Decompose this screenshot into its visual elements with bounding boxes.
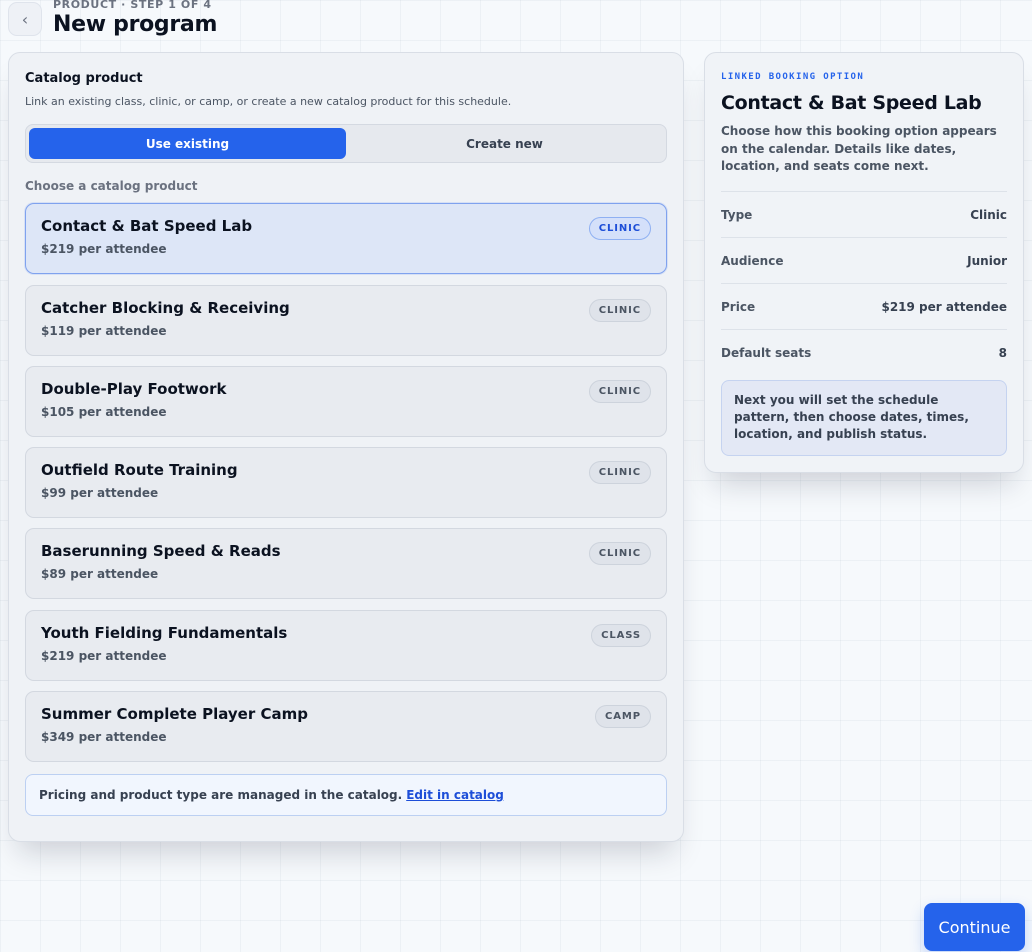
product-type-badge: CLINIC (588, 299, 651, 322)
detail-row-price: Price $219 per attendee (721, 283, 1007, 329)
detail-value: $219 per attendee (881, 299, 1007, 314)
product-price: $349 per attendee (41, 730, 167, 744)
product-type-badge: CLASS (591, 624, 651, 647)
product-name: Youth Fielding Fundamentals (41, 624, 288, 642)
product-type-badge: CLINIC (588, 380, 651, 403)
product-name: Contact & Bat Speed Lab (41, 217, 253, 235)
product-price: $219 per attendee (41, 242, 167, 256)
next-steps-note: Next you will set the schedule pattern, … (721, 380, 1007, 456)
product-name: Baserunning Speed & Reads (41, 542, 281, 560)
catalog-product-panel: Catalog product Link an existing class, … (8, 52, 684, 842)
panel-title: Catalog product (25, 71, 143, 86)
product-price: $99 per attendee (41, 486, 159, 500)
product-price: $219 per attendee (41, 649, 167, 663)
detail-label: Default seats (721, 345, 812, 360)
header-text: PRODUCT · STEP 1 OF 4 New program (53, 0, 217, 39)
page-title: New program (53, 12, 218, 37)
panel-kicker: LINKED BOOKING OPTION (721, 72, 865, 82)
tab-create-new[interactable]: Create new (346, 128, 663, 159)
detail-row-type: Type Clinic (721, 191, 1007, 237)
detail-value: Clinic (970, 207, 1007, 222)
product-type-badge: CLINIC (588, 542, 651, 565)
product-mode-toggle: Use existing Create new (25, 124, 667, 163)
catalog-note-text: Pricing and product type are managed in … (39, 788, 403, 802)
product-card-double-play-footwork[interactable]: Double-Play Footwork $105 per attendee C… (25, 366, 667, 437)
product-name: Catcher Blocking & Receiving (41, 299, 290, 317)
product-card-catcher-blocking[interactable]: Catcher Blocking & Receiving $119 per at… (25, 285, 667, 356)
product-price: $89 per attendee (41, 567, 159, 581)
tab-use-existing[interactable]: Use existing (29, 128, 346, 159)
product-card-contact-bat-speed-lab[interactable]: Contact & Bat Speed Lab $219 per attende… (25, 203, 667, 274)
detail-label: Type (721, 207, 753, 222)
product-name: Double-Play Footwork (41, 380, 227, 398)
choose-product-label: Choose a catalog product (25, 179, 198, 193)
product-card-baserunning-speed[interactable]: Baserunning Speed & Reads $89 per attend… (25, 528, 667, 599)
product-price: $119 per attendee (41, 324, 167, 338)
detail-value: 8 (998, 345, 1007, 360)
product-card-outfield-route-training[interactable]: Outfield Route Training $99 per attendee… (25, 447, 667, 518)
continue-button[interactable]: Continue (924, 903, 1025, 951)
detail-row-default-seats: Default seats 8 (721, 329, 1007, 375)
panel-description: Link an existing class, clinic, or camp,… (25, 95, 512, 108)
detail-value: Junior (967, 253, 1007, 268)
detail-label: Price (721, 299, 756, 314)
catalog-note: Pricing and product type are managed in … (25, 774, 667, 816)
detail-row-audience: Audience Junior (721, 237, 1007, 283)
booking-option-description: Choose how this booking option appears o… (721, 124, 997, 173)
linked-booking-option-panel: LINKED BOOKING OPTION Contact & Bat Spee… (704, 52, 1024, 473)
product-price: $105 per attendee (41, 405, 167, 419)
back-button[interactable]: ‹ (8, 2, 42, 36)
edit-in-catalog-link[interactable]: Edit in catalog (406, 788, 504, 802)
detail-label: Audience (721, 253, 784, 268)
product-name: Summer Complete Player Camp (41, 705, 308, 723)
product-type-badge: CLINIC (588, 461, 651, 484)
booking-option-title: Contact & Bat Speed Lab (721, 92, 982, 114)
product-name: Outfield Route Training (41, 461, 238, 479)
product-card-youth-fielding[interactable]: Youth Fielding Fundamentals $219 per att… (25, 610, 667, 681)
step-label: PRODUCT · STEP 1 OF 4 (53, 0, 212, 11)
product-type-badge: CLINIC (588, 217, 651, 240)
product-card-summer-camp[interactable]: Summer Complete Player Camp $349 per att… (25, 691, 667, 762)
chevron-left-icon: ‹ (21, 9, 29, 29)
product-type-badge: CAMP (595, 705, 651, 728)
